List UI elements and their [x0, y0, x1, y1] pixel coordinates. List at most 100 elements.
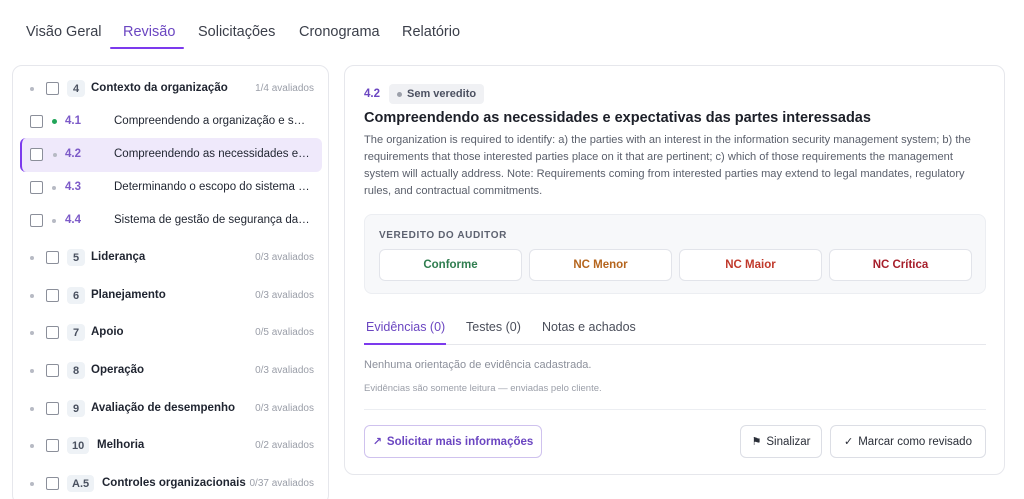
section-checkbox[interactable]: [46, 364, 59, 377]
tree-section-8[interactable]: 8 Operação 0/3 avaliados: [13, 354, 328, 388]
pending-status-icon: [52, 186, 56, 190]
tree-section-6[interactable]: 6 Planejamento 0/3 avaliados: [13, 279, 328, 313]
checkmark-icon: ✓: [844, 436, 854, 448]
verdict-status-text: Sem veredito: [407, 88, 477, 100]
actions-divider: [364, 409, 986, 410]
auditor-verdict-box: VEREDITO DO AUDITOR Conforme NC Menor NC…: [364, 214, 986, 294]
readonly-evidence-note: Evidências são somente leitura — enviada…: [364, 383, 602, 394]
subclause-checkbox[interactable]: [30, 214, 43, 227]
section-title: Avaliação de desempenho: [91, 402, 236, 414]
section-progress-count: 0/2 avaliados: [255, 440, 314, 451]
arrow-up-right-icon: ↗: [372, 436, 382, 448]
tab-cronograma[interactable]: Cronograma: [299, 24, 380, 40]
section-progress-count: 0/3 avaliados: [255, 403, 314, 414]
section-checkbox[interactable]: [46, 326, 59, 339]
verdict-nc-menor-button[interactable]: NC Menor: [529, 249, 672, 281]
tree-subclause-4-4[interactable]: 4.4 Sistema de gestão de segurança da in…: [13, 204, 328, 238]
section-title: Contexto da organização: [91, 82, 228, 94]
tab-revisao[interactable]: Revisão: [123, 24, 175, 40]
request-more-info-label: Solicitar mais informações: [386, 435, 534, 448]
section-number-badge: 5: [67, 249, 85, 266]
section-title: Melhoria: [97, 439, 145, 451]
tree-section-5[interactable]: 5 Liderança 0/3 avaliados: [13, 241, 328, 275]
expand-toggle-icon[interactable]: [30, 407, 34, 411]
flag-icon: ⚑: [751, 436, 762, 448]
tab-visao-geral[interactable]: Visão Geral: [26, 24, 102, 40]
active-detail-tab-indicator: [364, 343, 446, 345]
expand-toggle-icon[interactable]: [30, 331, 34, 335]
clause-title: Compreendendo as necessidades e expectat…: [364, 110, 871, 126]
section-checkbox[interactable]: [46, 402, 59, 415]
tree-section-10[interactable]: 10 Melhoria 0/2 avaliados: [13, 429, 328, 463]
top-tab-bar: Visão Geral Revisão Solicitações Cronogr…: [0, 0, 1024, 52]
section-progress-count: 0/3 avaliados: [255, 365, 314, 376]
auditor-verdict-label: VEREDITO DO AUDITOR: [379, 230, 507, 241]
subclause-checkbox[interactable]: [30, 115, 43, 128]
clause-detail-panel: 4.2 Sem veredito Compreendendo as necess…: [344, 65, 1005, 475]
subclause-checkbox[interactable]: [30, 148, 43, 161]
tab-notas-achados[interactable]: Notas e achados: [542, 320, 636, 334]
section-title: Apoio: [91, 326, 124, 338]
expand-toggle-icon[interactable]: [30, 444, 34, 448]
verdict-nc-maior-button[interactable]: NC Maior: [679, 249, 822, 281]
section-number-badge: 6: [67, 287, 85, 304]
section-progress-count: 0/37 avaliados: [249, 478, 315, 489]
section-checkbox[interactable]: [46, 289, 59, 302]
empty-evidence-message: Nenhuma orientação de evidência cadastra…: [364, 359, 592, 371]
flag-label: Sinalizar: [766, 435, 811, 448]
tree-section-9[interactable]: 9 Avaliação de desempenho 0/3 avaliados: [13, 392, 328, 426]
clause-id: 4.2: [364, 88, 380, 100]
mark-reviewed-label: Marcar como revisado: [858, 435, 972, 448]
section-checkbox[interactable]: [46, 82, 59, 95]
section-checkbox[interactable]: [46, 477, 59, 490]
section-checkbox[interactable]: [46, 251, 59, 264]
tab-evidencias[interactable]: Evidências (0): [366, 320, 445, 334]
expand-toggle-icon[interactable]: [30, 482, 34, 486]
expand-toggle-icon[interactable]: [30, 294, 34, 298]
request-more-info-button[interactable]: ↗ Solicitar mais informações: [364, 425, 542, 458]
tree-section-4[interactable]: 4 Contexto da organização 1/4 avaliados: [13, 72, 328, 106]
tree-subclause-4-1[interactable]: 4.1 Compreendendo a organização e seu co…: [13, 105, 328, 139]
section-title: Controles organizacionais: [102, 477, 246, 489]
flag-button[interactable]: ⚑ Sinalizar: [740, 425, 822, 458]
verdict-conforme-button[interactable]: Conforme: [379, 249, 522, 281]
subclause-number: 4.3: [65, 181, 81, 193]
expand-toggle-icon[interactable]: [30, 256, 34, 260]
tabs-divider: [364, 344, 986, 345]
status-dot-icon: [397, 92, 402, 97]
section-number-badge: 4: [67, 80, 85, 97]
section-number-badge: 9: [67, 400, 85, 417]
section-progress-count: 1/4 avaliados: [255, 83, 314, 94]
tab-relatorio[interactable]: Relatório: [402, 24, 460, 40]
subclause-number: 4.1: [65, 115, 81, 127]
subclause-title: Compreendendo a organização e seu contex…: [114, 115, 310, 127]
clause-tree-panel: 4 Contexto da organização 1/4 avaliados …: [12, 65, 329, 499]
pending-status-icon: [53, 153, 57, 157]
section-progress-count: 0/5 avaliados: [255, 327, 314, 338]
subclause-title: Sistema de gestão de segurança da inform…: [114, 214, 310, 226]
tree-subclause-4-2-selected[interactable]: 4.2 Compreendendo as necessidades e expe…: [20, 138, 322, 172]
mark-reviewed-button[interactable]: ✓ Marcar como revisado: [830, 425, 986, 458]
section-title: Planejamento: [91, 289, 166, 301]
section-title: Operação: [91, 364, 145, 376]
section-progress-count: 0/3 avaliados: [255, 252, 314, 263]
section-checkbox[interactable]: [46, 439, 59, 452]
clause-description: The organization is required to identify…: [364, 134, 971, 197]
section-number-badge: 8: [67, 362, 85, 379]
section-progress-count: 0/3 avaliados: [255, 290, 314, 301]
verdict-status-badge: Sem veredito: [389, 84, 485, 104]
section-title: Liderança: [91, 251, 146, 263]
pending-status-icon: [52, 219, 56, 223]
tree-subclause-4-3[interactable]: 4.3 Determinando o escopo do sistema de …: [13, 171, 328, 205]
tree-section-a5[interactable]: A.5 Controles organizacionais 0/37 avali…: [13, 467, 328, 499]
subclause-number: 4.2: [65, 148, 81, 160]
verdict-nc-critica-button[interactable]: NC Crítica: [829, 249, 972, 281]
subclause-title: Determinando o escopo do sistema de gest…: [114, 181, 310, 193]
tab-testes[interactable]: Testes (0): [466, 320, 521, 334]
expand-toggle-icon[interactable]: [30, 369, 34, 373]
subclause-checkbox[interactable]: [30, 181, 43, 194]
tree-section-7[interactable]: 7 Apoio 0/5 avaliados: [13, 316, 328, 350]
collapse-toggle-icon[interactable]: [30, 87, 34, 91]
tab-solicitacoes[interactable]: Solicitações: [198, 24, 275, 40]
subclause-number: 4.4: [65, 214, 81, 226]
